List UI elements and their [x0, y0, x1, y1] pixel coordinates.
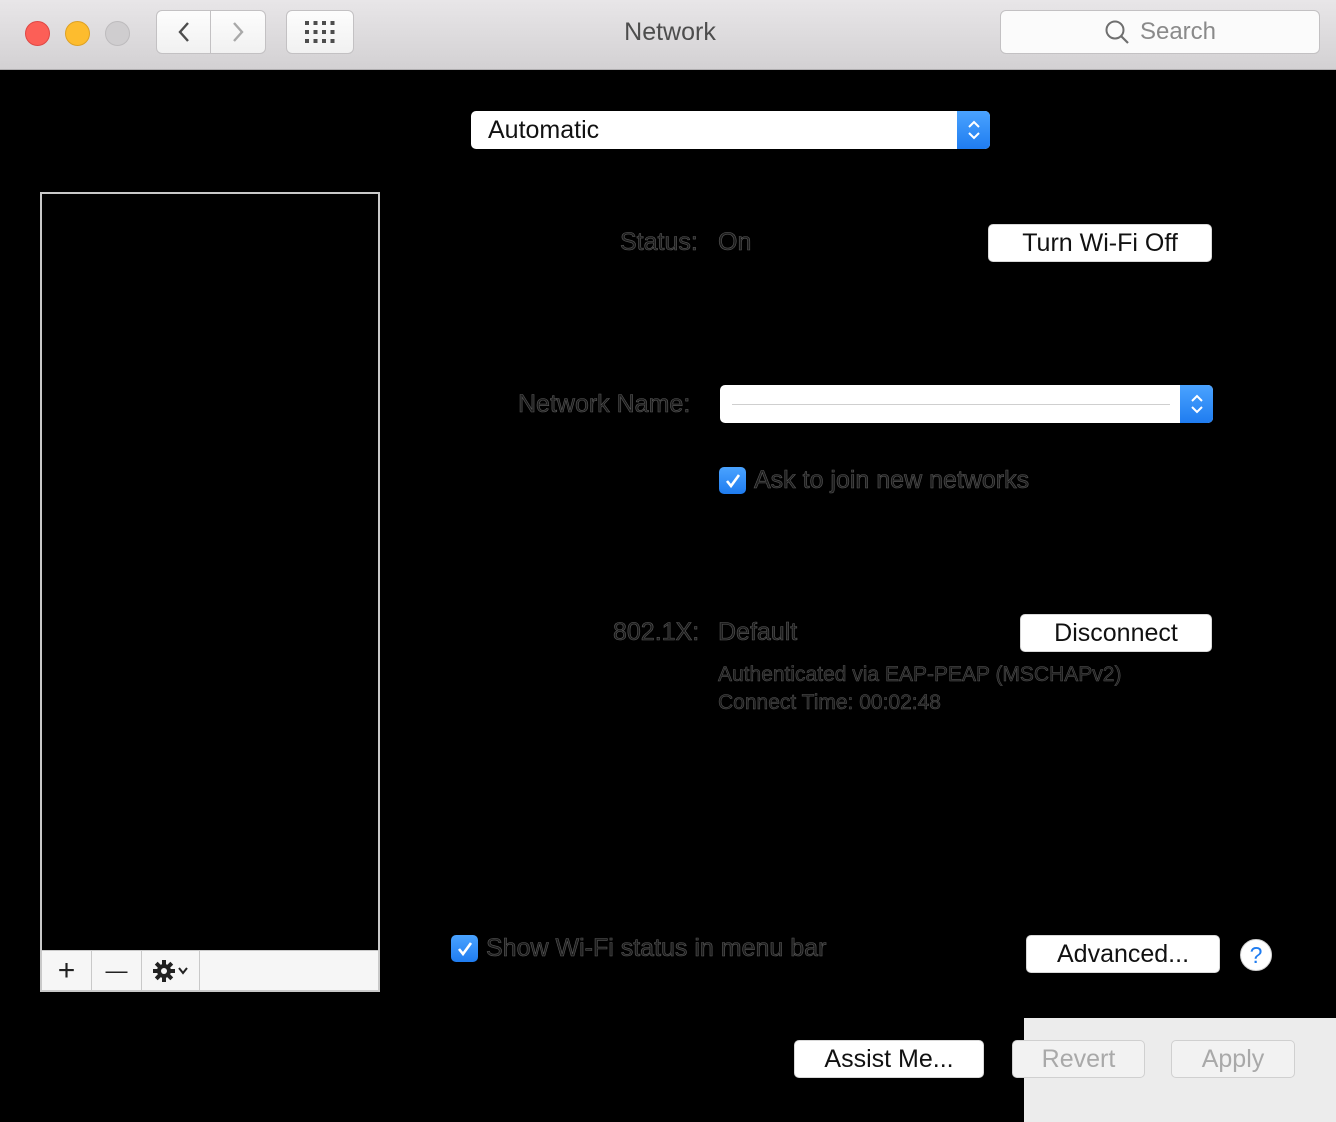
- dot1x-label: 802.1X:: [613, 618, 700, 647]
- back-button[interactable]: [156, 10, 211, 54]
- revert-button[interactable]: Revert: [1012, 1040, 1145, 1078]
- select-stepper-icon: [957, 111, 990, 149]
- title-bar: Network Search: [0, 0, 1336, 70]
- service-list-toolbar: + —: [42, 950, 378, 991]
- minimize-window-button[interactable]: [65, 21, 90, 46]
- search-icon: [1105, 20, 1129, 44]
- search-placeholder: Search: [1139, 18, 1217, 45]
- add-service-button[interactable]: +: [42, 951, 92, 991]
- help-button[interactable]: ?: [1240, 939, 1272, 971]
- close-window-button[interactable]: [25, 21, 50, 46]
- location-value: Automatic: [488, 115, 600, 144]
- status-label: Status:: [620, 228, 698, 257]
- forward-button[interactable]: [211, 10, 266, 54]
- back-forward-group: [156, 10, 266, 54]
- chevron-right-icon: [233, 22, 244, 42]
- checkmark-icon: [457, 941, 472, 956]
- service-list[interactable]: + —: [40, 192, 380, 992]
- search-input[interactable]: Search: [1000, 10, 1320, 54]
- auth-info-text: Authenticated via EAP-PEAP (MSCHAPv2): [718, 663, 1122, 687]
- plus-icon: +: [57, 954, 76, 987]
- disconnect-button[interactable]: Disconnect: [1020, 614, 1212, 652]
- action-menu-button[interactable]: [142, 951, 200, 991]
- location-select[interactable]: Automatic: [471, 111, 990, 149]
- ask-to-join-label: Ask to join new networks: [754, 466, 1030, 495]
- chevron-left-icon: [177, 22, 189, 42]
- ask-to-join-checkbox[interactable]: [719, 467, 746, 494]
- network-name-value: [732, 403, 1170, 405]
- assist-me-button[interactable]: Assist Me...: [794, 1040, 984, 1078]
- minus-icon: —: [105, 958, 128, 983]
- zoom-window-button[interactable]: [105, 21, 130, 46]
- show-wifi-status-checkbox[interactable]: [451, 935, 478, 962]
- dot1x-value: Default: [718, 618, 798, 647]
- apply-button[interactable]: Apply: [1171, 1040, 1295, 1078]
- advanced-button[interactable]: Advanced...: [1026, 935, 1220, 973]
- grid-icon: [305, 21, 335, 43]
- connect-time-text: Connect Time: 00:02:48: [718, 691, 941, 715]
- network-name-label: Network Name:: [518, 390, 691, 419]
- show-wifi-status-label: Show Wi-Fi status in menu bar: [486, 934, 827, 963]
- checkmark-icon: [725, 473, 740, 488]
- status-value: On: [718, 228, 752, 257]
- window-title: Network: [624, 18, 716, 46]
- network-name-select[interactable]: [720, 385, 1213, 423]
- turn-wifi-off-button[interactable]: Turn Wi-Fi Off: [988, 224, 1212, 262]
- question-icon: ?: [1249, 941, 1263, 968]
- select-stepper-icon: [1180, 385, 1213, 423]
- gear-icon: [152, 960, 188, 982]
- remove-service-button[interactable]: —: [92, 951, 142, 991]
- show-all-button[interactable]: [286, 10, 354, 54]
